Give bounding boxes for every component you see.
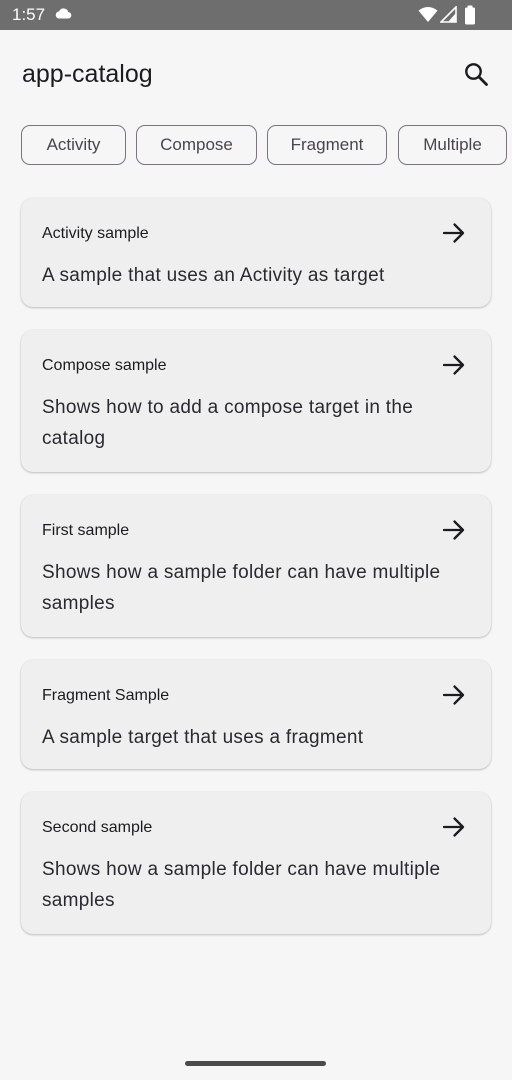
sample-card-activity[interactable]: Activity sample A sample that uses an Ac… [21, 198, 491, 307]
sample-card-description: A sample target that uses a fragment [42, 727, 364, 748]
sample-card-description: Shows how a sample folder can have multi… [42, 859, 441, 911]
status-bar: 1:57 [0, 0, 512, 30]
filter-chip-fragment[interactable]: Fragment [267, 125, 387, 165]
search-button[interactable] [454, 52, 498, 96]
cloud-icon [54, 6, 72, 25]
arrow-right-icon [442, 355, 465, 375]
sample-card-title: Compose sample [42, 357, 167, 374]
sample-card-second[interactable]: Second sample Shows how a sample folder … [21, 792, 491, 934]
sample-card-title: First sample [42, 522, 130, 539]
gesture-nav-handle[interactable] [185, 1061, 326, 1066]
sample-card-fragment[interactable]: Fragment Sample A sample target that use… [21, 660, 491, 769]
sample-card-description: Shows how a sample folder can have multi… [42, 562, 441, 614]
filter-chip-multiple[interactable]: Multiple [398, 125, 507, 165]
sample-card-title: Fragment Sample [42, 687, 170, 704]
sample-card-title: Second sample [42, 819, 153, 836]
battery-icon [464, 5, 476, 30]
filter-chip-compose[interactable]: Compose [136, 125, 257, 165]
signal-icon [439, 5, 457, 28]
wifi-icon [418, 6, 438, 28]
sample-card-compose[interactable]: Compose sample Shows how to add a compos… [21, 330, 491, 472]
arrow-right-icon [442, 817, 465, 837]
status-time: 1:57 [12, 5, 46, 24]
arrow-right-icon [442, 685, 465, 705]
filter-chip-activity[interactable]: Activity [21, 125, 126, 165]
sample-card-description: Shows how to add a compose target in the… [42, 397, 414, 449]
sample-card-title: Activity sample [42, 225, 149, 242]
app-title: app-catalog [22, 60, 153, 88]
search-icon [465, 63, 488, 86]
arrow-right-icon [442, 223, 465, 243]
sample-card-first[interactable]: First sample Shows how a sample folder c… [21, 495, 491, 637]
arrow-right-icon [442, 520, 465, 540]
sample-card-description: A sample that uses an Activity as target [42, 265, 385, 286]
